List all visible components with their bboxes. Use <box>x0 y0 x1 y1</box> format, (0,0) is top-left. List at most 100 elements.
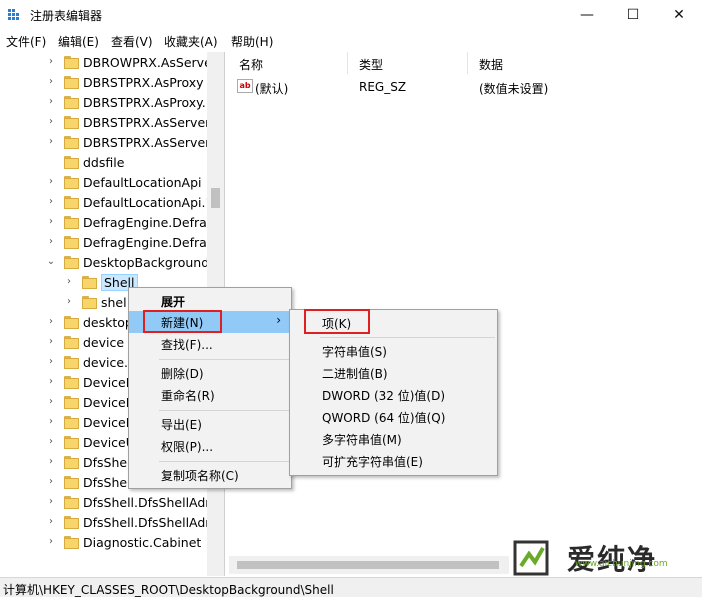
annotation-box-new <box>143 310 222 333</box>
menu-edit[interactable]: 编辑(E) <box>58 33 99 50</box>
folder-icon <box>64 536 79 549</box>
folder-icon <box>64 436 79 449</box>
tree-item-label: DefragEngine.Defragl <box>83 235 219 250</box>
watermark-logo-icon <box>513 540 549 576</box>
status-bar: 计算机\HKEY_CLASSES_ROOT\DesktopBackground\… <box>0 577 702 597</box>
chevron-right-icon[interactable]: › <box>46 436 56 447</box>
menu-view[interactable]: 查看(V) <box>111 33 153 50</box>
tree-item-label: DBRSTPRX.AsProxy.1 <box>83 95 214 110</box>
tree-item[interactable]: › DfsShell.DfsShellAdmi <box>0 513 221 533</box>
tree-item[interactable]: › DfsShell.DfsShellAdmi <box>0 493 221 513</box>
folder-icon <box>64 76 79 89</box>
chevron-right-icon[interactable]: › <box>46 516 56 527</box>
chevron-right-icon[interactable]: › <box>46 356 56 367</box>
submenu-multi-string-value[interactable]: 多字符串值(M) <box>290 428 497 450</box>
menu-file[interactable]: 文件(F) <box>6 33 46 50</box>
chevron-right-icon[interactable]: › <box>46 116 56 127</box>
submenu-expandable-string-value[interactable]: 可扩充字符串值(E) <box>290 450 497 472</box>
tree-item[interactable]: › DBRSTPRX.AsServer.1 <box>0 133 221 153</box>
chevron-right-icon[interactable]: › <box>46 396 56 407</box>
tree-item-label: DfsShel <box>83 475 131 490</box>
tree-item-label: DfsShell.DfsShellAdmi <box>83 495 221 510</box>
column-name-header[interactable]: 名称 <box>239 56 263 73</box>
tree-item-label: device <box>83 335 125 350</box>
new-submenu: 项(K) 字符串值(S) 二进制值(B) DWORD (32 位)值(D) QW… <box>289 309 498 476</box>
tree-item-label: DBRSTPRX.AsServer <box>83 115 211 130</box>
tree-item[interactable]: › DBROWPRX.AsServer <box>0 53 217 73</box>
chevron-right-icon[interactable]: › <box>46 476 56 487</box>
tree-item-label: DefaultLocationApi.1 <box>83 195 214 210</box>
menu-delete[interactable]: 删除(D) <box>129 362 291 384</box>
chevron-right-icon[interactable]: › <box>46 536 56 547</box>
tree-item-label: DesktopBackground <box>83 255 210 270</box>
folder-icon <box>64 516 79 529</box>
tree-item-label: DBROWPRX.AsServer <box>83 55 217 70</box>
menu-permissions[interactable]: 权限(P)... <box>129 435 291 457</box>
value-name[interactable]: (默认) <box>255 80 288 97</box>
scrollbar-thumb[interactable] <box>211 188 220 208</box>
folder-icon <box>64 396 79 409</box>
current-key-path: 计算机\HKEY_CLASSES_ROOT\DesktopBackground\… <box>3 583 334 597</box>
submenu-qword-value[interactable]: QWORD (64 位)值(Q) <box>290 406 497 428</box>
scrollbar-thumb[interactable] <box>237 561 499 569</box>
chevron-right-icon[interactable]: › <box>46 196 56 207</box>
chevron-right-icon[interactable]: › <box>46 176 56 187</box>
chevron-right-icon[interactable]: › <box>46 456 56 467</box>
menu-favorites[interactable]: 收藏夹(A) <box>164 33 218 50</box>
tree-item-label: DeviceF <box>83 415 133 430</box>
submenu-binary-value[interactable]: 二进制值(B) <box>290 362 497 384</box>
tree-item[interactable]: ⌄ DesktopBackground <box>0 253 210 273</box>
tree-item[interactable]: › DBRSTPRX.AsServer <box>0 113 210 133</box>
chevron-right-icon[interactable]: › <box>46 496 56 507</box>
tree-item[interactable]: › DefragEngine.Defragl <box>0 233 218 253</box>
tree-item-label: DfsShell.DfsShellAdmi <box>83 515 221 530</box>
regedit-app-icon <box>8 9 19 20</box>
submenu-string-value[interactable]: 字符串值(S) <box>290 340 497 362</box>
minimize-button[interactable]: — <box>564 0 610 30</box>
list-horizontal-scrollbar[interactable] <box>229 556 509 574</box>
chevron-right-icon[interactable]: › <box>46 376 56 387</box>
tree-item[interactable]: › DefaultLocationApi <box>0 173 210 193</box>
chevron-right-icon[interactable]: › <box>64 276 74 287</box>
chevron-right-icon[interactable]: › <box>46 336 56 347</box>
tree-item[interactable]: › Diagnostic.Cabinet <box>0 533 210 553</box>
tree-item[interactable]: › DefragEngine.Defragl <box>0 213 218 233</box>
folder-icon <box>64 216 79 229</box>
menu-separator <box>159 359 289 360</box>
folder-icon <box>64 96 79 109</box>
menu-export[interactable]: 导出(E) <box>129 413 291 435</box>
menu-bar: 文件(F) 编辑(E) 查看(V) 收藏夹(A) 帮助(H) <box>0 30 702 52</box>
tree-item[interactable]: ddsfile <box>0 153 210 173</box>
chevron-right-icon[interactable]: › <box>46 316 56 327</box>
chevron-right-icon[interactable]: › <box>46 236 56 247</box>
menu-help[interactable]: 帮助(H) <box>231 33 273 50</box>
chevron-right-icon[interactable]: › <box>64 296 74 307</box>
tree-item-label: DBRSTPRX.AsServer.1 <box>83 135 222 150</box>
tree-item[interactable]: › DBRSTPRX.AsProxy <box>0 73 210 93</box>
close-button[interactable]: ✕ <box>656 0 702 30</box>
chevron-down-icon[interactable]: ⌄ <box>46 256 56 267</box>
tree-item-label: shel <box>101 295 127 310</box>
chevron-right-icon[interactable]: › <box>46 76 56 87</box>
chevron-right-icon: › <box>276 313 281 327</box>
menu-rename[interactable]: 重命名(R) <box>129 384 291 406</box>
column-data-header[interactable]: 数据 <box>479 56 503 73</box>
maximize-button[interactable]: ☐ <box>610 0 656 30</box>
tree-item[interactable]: › DBRSTPRX.AsProxy.1 <box>0 93 214 113</box>
chevron-right-icon[interactable]: › <box>46 216 56 227</box>
submenu-dword-value[interactable]: DWORD (32 位)值(D) <box>290 384 497 406</box>
chevron-right-icon[interactable]: › <box>46 96 56 107</box>
menu-copy-key-name[interactable]: 复制项名称(C) <box>129 464 291 486</box>
tree-item-label: DeviceF <box>83 395 133 410</box>
chevron-right-icon[interactable]: › <box>46 56 56 67</box>
tree-item[interactable]: › DefaultLocationApi.1 <box>0 193 214 213</box>
menu-find[interactable]: 查找(F)... <box>129 333 291 355</box>
column-divider[interactable] <box>347 52 348 74</box>
chevron-right-icon[interactable]: › <box>46 136 56 147</box>
folder-icon <box>64 156 79 169</box>
tree-item-label: DfsShel <box>83 455 131 470</box>
column-divider[interactable] <box>467 52 468 74</box>
column-type-header[interactable]: 类型 <box>359 56 383 73</box>
menu-expand[interactable]: 展开 <box>129 290 291 312</box>
chevron-right-icon[interactable]: › <box>46 416 56 427</box>
